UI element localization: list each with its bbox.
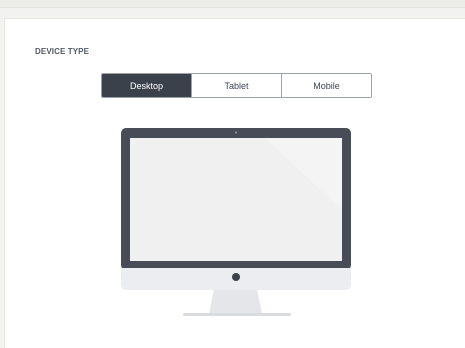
- camera-icon: [235, 131, 237, 134]
- power-button-icon: [232, 273, 240, 281]
- device-type-page: DEVICE TYPE Desktop Tablet Mobile: [0, 0, 465, 348]
- monitor-stand: [209, 289, 262, 314]
- monitor-base: [183, 313, 291, 316]
- desktop-monitor-icon: [121, 128, 351, 316]
